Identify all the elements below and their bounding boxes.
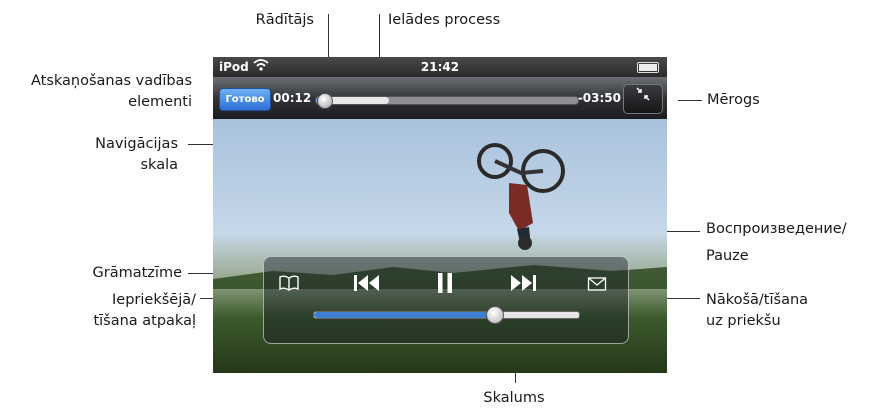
email-icon xyxy=(587,273,607,297)
label-bookmark: Grāmatzīme xyxy=(92,265,182,281)
status-bar: iPod 21:42 xyxy=(213,57,667,77)
label-playback-controls-line1: Atskaņošanas vadības xyxy=(30,73,192,89)
label-next-line2: uz priekšu xyxy=(706,313,781,329)
media-controls-overlay xyxy=(263,256,629,344)
done-button[interactable]: Готово xyxy=(219,88,271,111)
label-playhead: Rādītājs xyxy=(255,12,314,28)
label-scrubber-line2: skala xyxy=(140,157,179,173)
bookmark-icon xyxy=(278,273,300,297)
label-playpause-line2: Pauze xyxy=(706,248,749,264)
label-next-line1: Nākošā/tīšana xyxy=(706,292,809,308)
volume-level xyxy=(314,312,495,318)
label-previous-line2: tīšana atpakaļ xyxy=(93,313,196,329)
playback-controls-bar: Готово 00:12 -03:50 xyxy=(213,77,667,119)
previous-icon xyxy=(352,275,382,299)
scrubber-bar[interactable] xyxy=(315,93,579,109)
battery-icon xyxy=(637,62,659,73)
label-playback-controls-line2: elementi xyxy=(128,94,192,110)
playhead[interactable] xyxy=(316,93,333,109)
elapsed-time: 00:12 xyxy=(273,91,312,105)
label-scale: Mērogs xyxy=(707,92,760,108)
volume-knob[interactable] xyxy=(486,306,505,324)
email-button[interactable] xyxy=(582,273,612,297)
leader-scrubber xyxy=(188,144,213,145)
next-button[interactable] xyxy=(506,272,540,299)
video-rider-image xyxy=(477,143,565,250)
label-playpause-line1: Воспроизведение/ xyxy=(706,221,847,237)
label-volume: Skalums xyxy=(483,390,545,406)
label-scrubber-line1: Navigācijas xyxy=(95,136,178,152)
status-time: 21:42 xyxy=(420,60,460,74)
volume-slider[interactable] xyxy=(313,306,580,324)
label-download-progress: Ielādes process xyxy=(388,12,501,28)
pause-icon xyxy=(435,273,455,300)
ipod-screen: iPod 21:42 Готово 00:12 -03:50 xyxy=(213,57,667,373)
remaining-time: -03:50 xyxy=(577,91,621,105)
label-previous-line1: Iepriekšējā/ xyxy=(112,292,196,308)
leader-scale xyxy=(678,100,702,101)
scale-icon xyxy=(634,87,652,105)
next-icon xyxy=(508,275,538,299)
bookmark-button[interactable] xyxy=(274,273,304,297)
previous-button[interactable] xyxy=(350,272,384,299)
scale-button[interactable] xyxy=(623,84,663,114)
play-pause-button[interactable] xyxy=(430,271,460,300)
